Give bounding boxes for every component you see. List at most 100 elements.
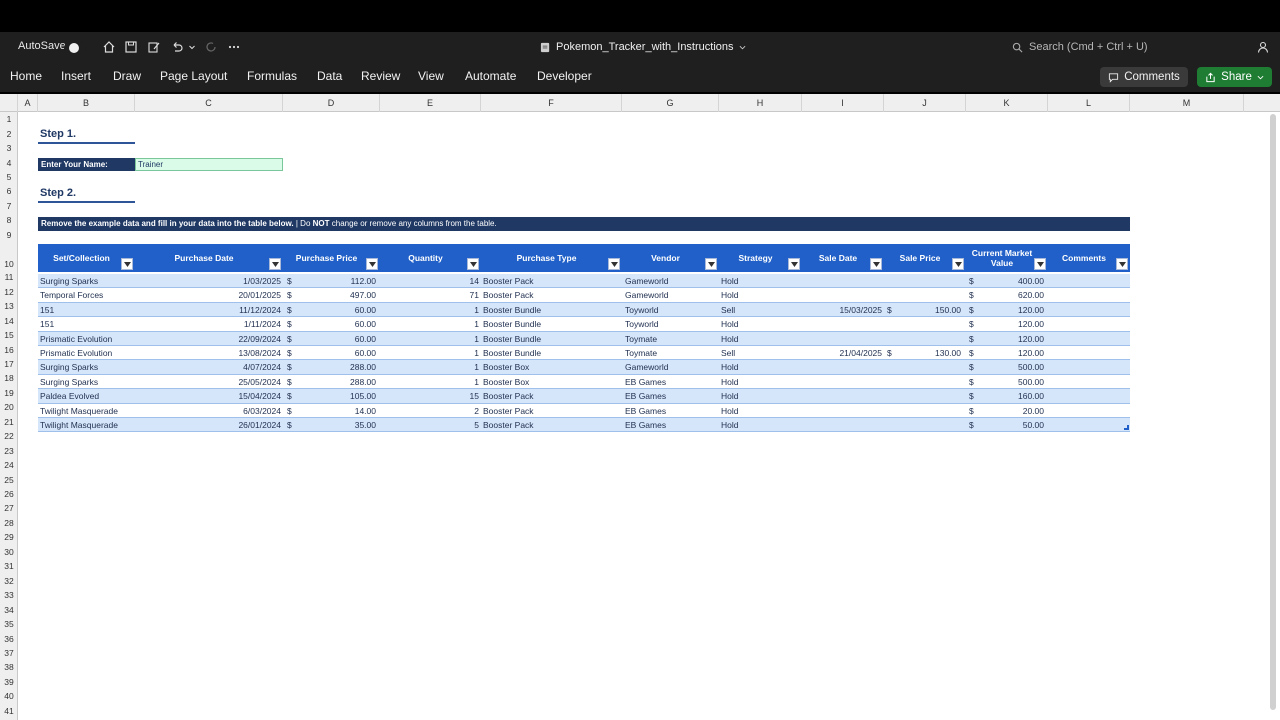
row-header[interactable]: 20 — [0, 400, 18, 414]
filter-dropdown-icon[interactable] — [366, 258, 378, 270]
row-header[interactable]: 14 — [0, 313, 18, 327]
table-resize-handle[interactable] — [1124, 425, 1129, 430]
row-header[interactable]: 38 — [0, 660, 18, 674]
row-header[interactable]: 17 — [0, 357, 18, 371]
row-header[interactable]: 29 — [0, 530, 18, 544]
vertical-scrollbar[interactable] — [1270, 114, 1276, 710]
filter-dropdown-icon[interactable] — [467, 258, 479, 270]
cell-comments[interactable] — [1050, 404, 1128, 418]
row-header[interactable]: 8 — [0, 213, 18, 227]
row-header[interactable]: 28 — [0, 516, 18, 530]
cell-purchase-date[interactable]: 25/05/2024 — [135, 375, 281, 389]
cell-strategy[interactable]: Sell — [721, 303, 801, 317]
row-header[interactable]: 2 — [0, 126, 18, 140]
row-header[interactable]: 31 — [0, 559, 18, 573]
column-header-b[interactable]: B — [38, 94, 135, 112]
cell-sale-price[interactable] — [896, 274, 961, 288]
cell-purchase-date[interactable]: 1/03/2025 — [135, 274, 281, 288]
table-row[interactable]: Surging Sparks 25/05/2024 $288.00 1 Booster … — [38, 374, 1130, 390]
cell-purchase-date[interactable]: 1/11/2024 — [135, 317, 281, 331]
cell-purchase-type[interactable]: Booster Bundle — [483, 317, 621, 331]
cell-strategy[interactable]: Hold — [721, 317, 801, 331]
cell-purchase-price[interactable]: 60.00 — [296, 303, 376, 317]
row-header[interactable]: 1 — [0, 112, 18, 126]
filter-dropdown-icon[interactable] — [1116, 258, 1128, 270]
cell-sale-date[interactable] — [802, 317, 882, 331]
tab-insert[interactable]: Insert — [61, 69, 91, 83]
cell-purchase-type[interactable]: Booster Bundle — [483, 346, 621, 360]
spreadsheet-grid[interactable]: A B C D E F G H I J K L M 1 2 3 4 5 6 7 8 9 10 11 1… — [0, 94, 1280, 720]
column-header-i[interactable]: I — [802, 94, 884, 112]
row-header[interactable]: 35 — [0, 617, 18, 631]
row-header[interactable]: 22 — [0, 429, 18, 443]
redo-icon[interactable] — [204, 40, 218, 54]
cell-purchase-type[interactable]: Booster Pack — [483, 389, 621, 403]
table-row[interactable]: Temporal Forces 20/01/2025 $497.00 71 Booste… — [38, 288, 1130, 303]
cell-comments[interactable] — [1050, 317, 1128, 331]
cell-quantity[interactable]: 1 — [380, 346, 479, 360]
row-header[interactable]: 5 — [0, 170, 18, 184]
row-header[interactable]: 9 — [0, 228, 18, 242]
row-header[interactable]: 12 — [0, 285, 18, 299]
cell-purchase-date[interactable]: 4/07/2024 — [135, 360, 281, 374]
cell-vendor[interactable]: Gameworld — [625, 288, 719, 302]
cell-vendor[interactable]: Toyworld — [625, 317, 719, 331]
table-row[interactable]: 151 11/12/2024 $60.00 1 Booster Bundle Toywor… — [38, 302, 1130, 318]
cell-current-market-value[interactable]: 620.00 — [978, 288, 1044, 302]
tab-home[interactable]: Home — [10, 69, 42, 83]
cell-current-market-value[interactable]: 120.00 — [978, 303, 1044, 317]
cell-purchase-type[interactable]: Booster Pack — [483, 288, 621, 302]
cell-comments[interactable] — [1050, 332, 1128, 346]
row-header[interactable]: 40 — [0, 689, 18, 703]
cell-vendor[interactable]: Gameworld — [625, 274, 719, 288]
column-header-c[interactable]: C — [135, 94, 283, 112]
cell-vendor[interactable]: EB Games — [625, 404, 719, 418]
home-icon[interactable] — [102, 40, 116, 54]
cell-sale-date[interactable]: 15/03/2025 — [802, 303, 882, 317]
cell-current-market-value[interactable]: 120.00 — [978, 317, 1044, 331]
cell-sale-date[interactable] — [802, 332, 882, 346]
cell-purchase-price[interactable]: 288.00 — [296, 375, 376, 389]
cell-strategy[interactable]: Hold — [721, 274, 801, 288]
filter-dropdown-icon[interactable] — [269, 258, 281, 270]
cell-current-market-value[interactable]: 160.00 — [978, 389, 1044, 403]
cell-strategy[interactable]: Hold — [721, 332, 801, 346]
table-row[interactable]: Prismatic Evolution 22/09/2024 $60.00 1 Boos… — [38, 331, 1130, 346]
cell-vendor[interactable]: Toyworld — [625, 303, 719, 317]
cell-vendor[interactable]: Gameworld — [625, 360, 719, 374]
cell-sale-date[interactable] — [802, 375, 882, 389]
row-header[interactable]: 4 — [0, 155, 18, 169]
cell-purchase-date[interactable]: 15/04/2024 — [135, 389, 281, 403]
cell-comments[interactable] — [1050, 303, 1128, 317]
name-input[interactable]: Trainer — [135, 158, 283, 171]
row-header[interactable]: 32 — [0, 574, 18, 588]
row-header[interactable]: 19 — [0, 386, 18, 400]
tab-automate[interactable]: Automate — [465, 69, 516, 83]
cell-sale-price[interactable] — [896, 418, 961, 432]
cell-strategy[interactable]: Hold — [721, 360, 801, 374]
cell-purchase-price[interactable]: 14.00 — [296, 404, 376, 418]
column-header-d[interactable]: D — [283, 94, 380, 112]
comments-button[interactable]: Comments — [1100, 67, 1188, 87]
row-header[interactable]: 21 — [0, 415, 18, 429]
search-box[interactable]: Search (Cmd + Ctrl + U) — [1012, 41, 1148, 53]
cell-quantity[interactable]: 15 — [380, 389, 479, 403]
table-row[interactable]: Twilight Masquerade 6/03/2024 $14.00 2 Boost… — [38, 403, 1130, 418]
undo-icon[interactable] — [170, 40, 184, 54]
cell-comments[interactable] — [1050, 360, 1128, 374]
table-row[interactable]: Surging Sparks 4/07/2024 $288.00 1 Booster B… — [38, 360, 1130, 375]
cell-purchase-price[interactable]: 105.00 — [296, 389, 376, 403]
cell-sale-price[interactable]: 150.00 — [896, 303, 961, 317]
cell-sale-date[interactable] — [802, 389, 882, 403]
filter-dropdown-icon[interactable] — [952, 258, 964, 270]
row-header[interactable]: 34 — [0, 602, 18, 616]
row-header[interactable]: 11 — [0, 270, 18, 284]
cell-purchase-type[interactable]: Booster Box — [483, 375, 621, 389]
filter-dropdown-icon[interactable] — [121, 258, 133, 270]
row-header[interactable]: 16 — [0, 342, 18, 356]
select-all-corner[interactable] — [0, 94, 18, 112]
cell-comments[interactable] — [1050, 418, 1128, 432]
cell-quantity[interactable]: 1 — [380, 303, 479, 317]
filter-dropdown-icon[interactable] — [870, 258, 882, 270]
cell-purchase-price[interactable]: 60.00 — [296, 317, 376, 331]
